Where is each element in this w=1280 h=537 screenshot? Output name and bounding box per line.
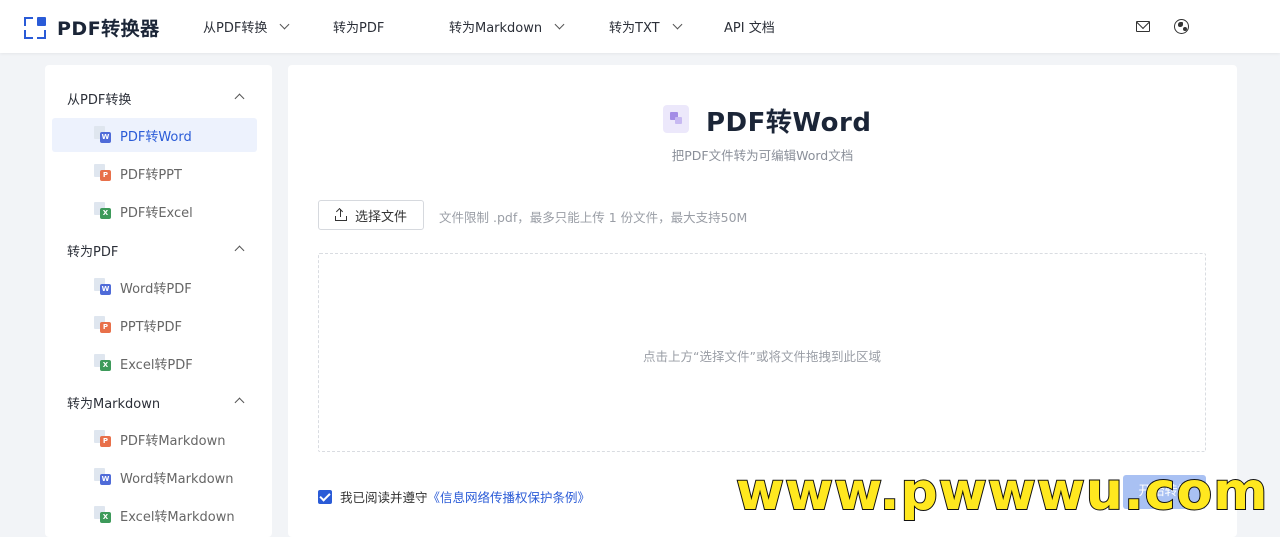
mail-icon[interactable] [1136, 21, 1150, 32]
sidebar: 从PDF转换 W PDF转Word P PDF转PPT X PDF转Excel … [45, 65, 272, 537]
chevron-up-icon[interactable] [234, 93, 245, 104]
excel-file-icon: X [94, 354, 111, 371]
chevron-down-icon [279, 19, 290, 30]
word-file-icon: W [94, 278, 111, 295]
word-file-icon: W [94, 468, 111, 485]
sidebar-group-from-pdf[interactable]: 从PDF转换 [67, 89, 131, 108]
sidebar-item-word-to-markdown[interactable]: W Word转Markdown [52, 460, 257, 494]
upload-icon [334, 207, 347, 221]
site-watermark: www.pwwwu.com [735, 462, 1269, 522]
ppt-file-icon: P [94, 164, 111, 181]
pdf-to-word-icon [663, 105, 689, 133]
page-subtitle: 把PDF文件转为可编辑Word文档 [671, 148, 854, 163]
chevron-down-icon [672, 19, 683, 30]
globe-icon[interactable] [1174, 19, 1189, 34]
word-file-icon: W [94, 126, 111, 143]
brand-logo[interactable]: PDF转换器 [24, 14, 160, 41]
ppt-file-icon: P [94, 316, 111, 333]
nav-item-to-pdf[interactable]: 转为PDF [333, 0, 384, 53]
choose-file-button[interactable]: 选择文件 [318, 200, 424, 230]
logo-icon [24, 16, 46, 39]
sidebar-item-pdf-to-ppt[interactable]: P PDF转PPT [52, 156, 257, 190]
sidebar-group-to-pdf[interactable]: 转为PDF [67, 241, 118, 260]
chevron-up-icon[interactable] [234, 397, 245, 408]
sidebar-group-to-markdown[interactable]: 转为Markdown [67, 393, 160, 412]
sidebar-item-excel-to-markdown[interactable]: X Excel转Markdown [52, 498, 257, 532]
chevron-down-icon [554, 19, 565, 30]
agreement-text: 我已阅读并遵守 [340, 490, 428, 505]
sidebar-item-pdf-to-markdown[interactable]: P PDF转Markdown [52, 422, 257, 456]
agreement-row: 我已阅读并遵守 《信息网络传播权保护条例》 [318, 487, 590, 506]
file-limit-text: 文件限制 .pdf，最多只能上传 1 份文件，最大支持50M [439, 210, 748, 225]
sidebar-item-pdf-to-word[interactable]: W PDF转Word [52, 118, 257, 152]
brand-name: PDF转换器 [57, 18, 160, 40]
chevron-up-icon[interactable] [234, 245, 245, 256]
excel-file-icon: X [94, 202, 111, 219]
excel-file-icon: X [94, 506, 111, 523]
nav-item-from-pdf[interactable]: 从PDF转换 [203, 0, 290, 53]
nav-item-to-txt[interactable]: 转为TXT [609, 0, 683, 53]
page-title: PDF转Word [706, 108, 872, 138]
nav-item-to-markdown[interactable]: 转为Markdown [449, 0, 565, 53]
drop-hint: 点击上方“选择文件”或将文件拖拽到此区域 [643, 349, 881, 364]
sidebar-item-ppt-to-pdf[interactable]: P PPT转PDF [52, 308, 257, 342]
regulation-link[interactable]: 《信息网络传播权保护条例》 [428, 487, 591, 506]
file-drop-zone[interactable]: 点击上方“选择文件”或将文件拖拽到此区域 [318, 253, 1206, 452]
agree-checkbox[interactable] [318, 489, 332, 504]
sidebar-item-word-to-pdf[interactable]: W Word转PDF [52, 270, 257, 304]
sidebar-item-excel-to-pdf[interactable]: X Excel转PDF [52, 346, 257, 380]
nav-item-api-docs[interactable]: API 文档 [724, 0, 775, 53]
ppt-file-icon: P [94, 430, 111, 447]
sidebar-item-pdf-to-excel[interactable]: X PDF转Excel [52, 194, 257, 228]
top-navigation-bar: PDF转换器 从PDF转换 转为PDF 转为Markdown 转为TXT API… [0, 0, 1280, 53]
